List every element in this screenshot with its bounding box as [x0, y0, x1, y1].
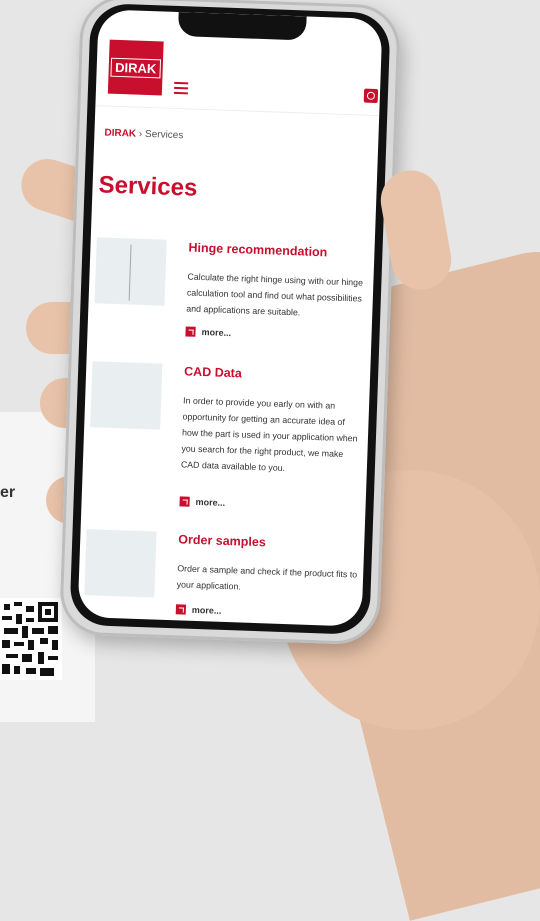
arrow-up-right-icon: [179, 496, 190, 507]
breadcrumb-current: Services: [144, 128, 184, 142]
more-link[interactable]: more...: [179, 496, 225, 508]
phone-bezel: DIRAK DIRAK › Services Services Hinge re…: [69, 2, 391, 636]
hinge-thumbnail[interactable]: [94, 237, 167, 306]
search-icon[interactable]: [363, 88, 379, 104]
service-item-samples: Order samples Order a sample and check i…: [84, 529, 357, 616]
phone-screen: DIRAK DIRAK › Services Services Hinge re…: [77, 9, 383, 627]
phone-notch: [177, 12, 307, 41]
more-link[interactable]: more...: [175, 604, 222, 616]
breadcrumb-separator: ›: [138, 128, 143, 140]
service-title[interactable]: Hinge recommendation: [188, 241, 327, 260]
service-item-hinge: Hinge recommendation Calculate the right…: [94, 237, 367, 338]
side-card-text: er: [0, 484, 16, 501]
samples-thumbnail[interactable]: [84, 529, 157, 598]
cad-thumbnail[interactable]: [90, 361, 163, 430]
page-title: Services: [98, 171, 198, 202]
dirak-logo[interactable]: DIRAK: [107, 39, 164, 96]
service-item-cad: CAD Data In order to provide you early o…: [90, 361, 362, 508]
service-description: Calculate the right hinge using with our…: [186, 271, 364, 318]
service-description: In order to provide you early on with an…: [180, 395, 358, 474]
qr-code-icon: [0, 598, 62, 680]
smartphone: DIRAK DIRAK › Services Services Hinge re…: [58, 0, 402, 646]
logo-text: DIRAK: [110, 57, 161, 78]
more-label: more...: [191, 604, 222, 616]
hamburger-menu-icon[interactable]: [173, 81, 189, 95]
more-label: more...: [201, 327, 232, 339]
arrow-up-right-icon: [185, 326, 196, 337]
header-divider: [95, 105, 380, 117]
arrow-up-right-icon: [175, 604, 187, 615]
service-title[interactable]: CAD Data: [184, 364, 242, 380]
breadcrumb: DIRAK › Services: [104, 128, 183, 142]
service-title[interactable]: Order samples: [178, 532, 266, 549]
more-label: more...: [195, 496, 226, 508]
service-description: Order a sample and check if the product …: [176, 563, 358, 592]
breadcrumb-home-link[interactable]: DIRAK: [104, 128, 136, 140]
more-link[interactable]: more...: [185, 326, 231, 338]
